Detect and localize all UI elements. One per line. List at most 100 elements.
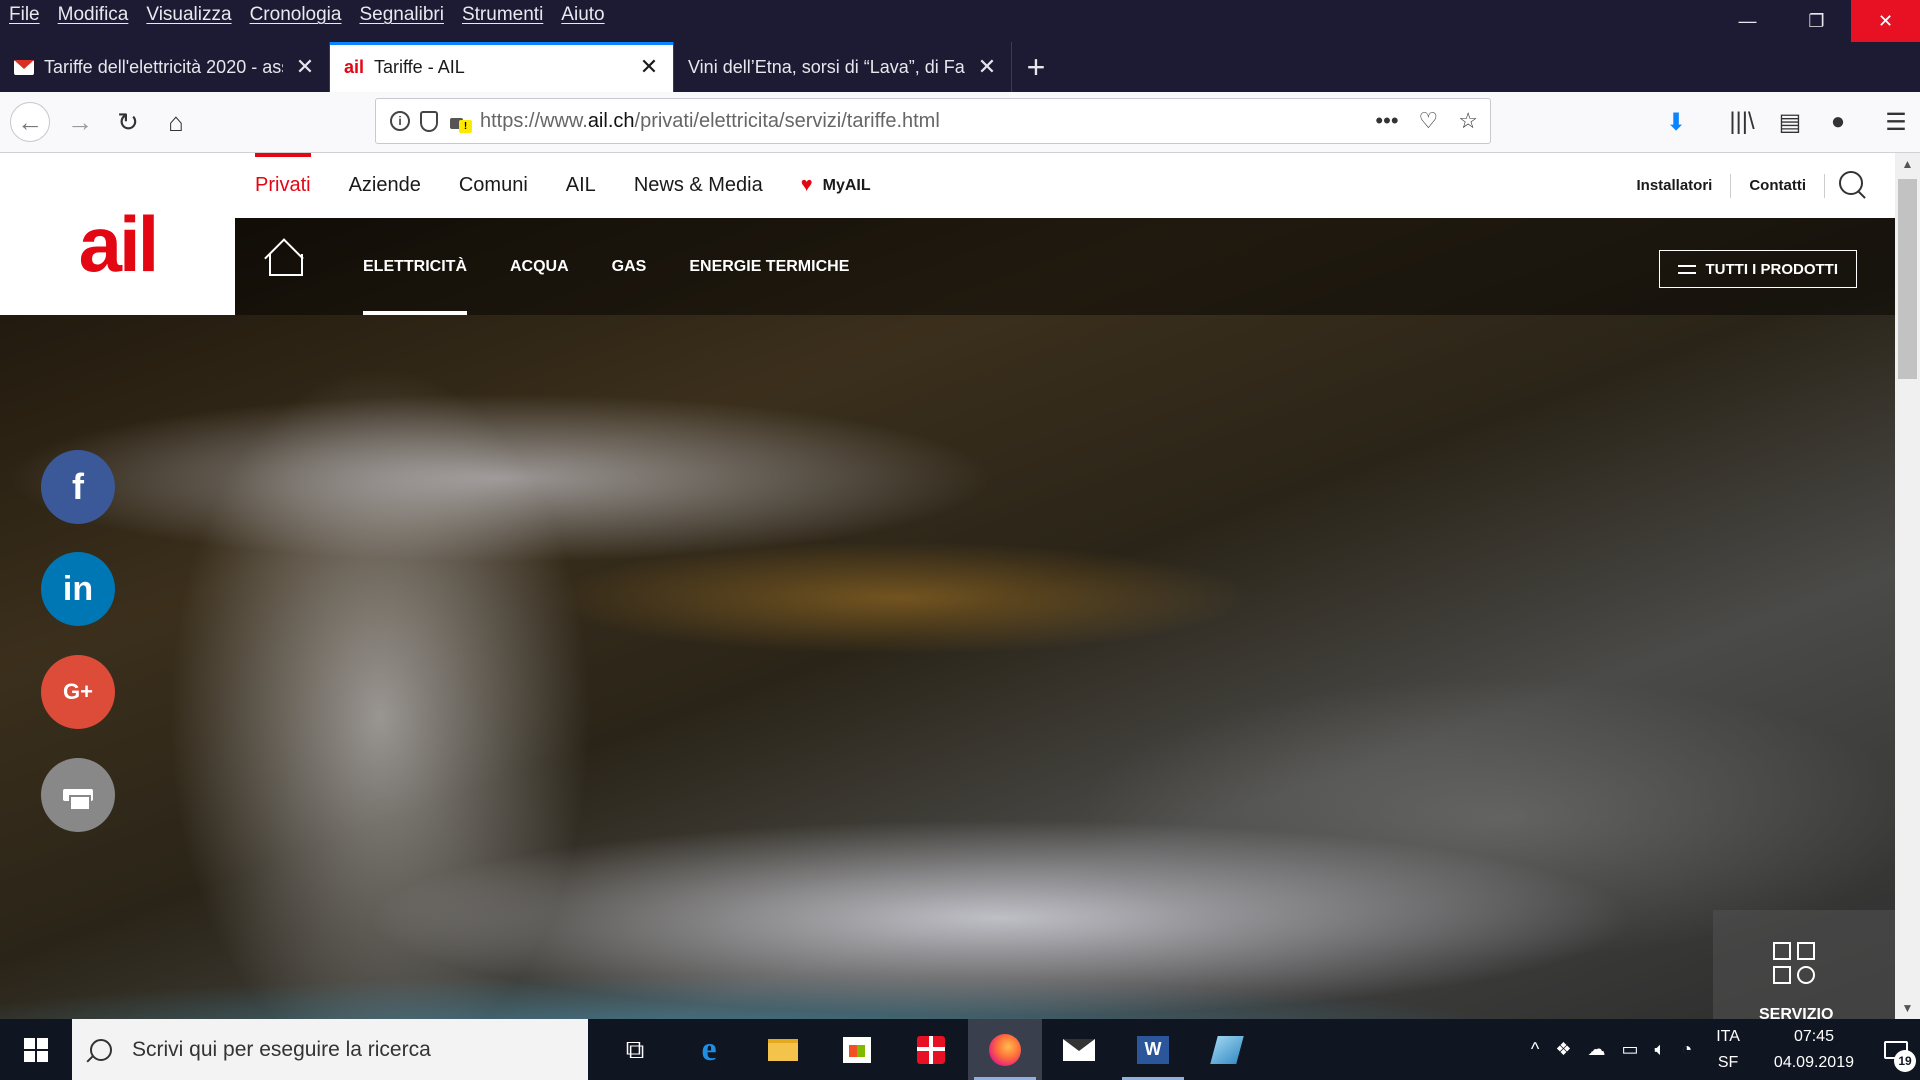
tab-close-icon[interactable]: ✕ [295, 54, 315, 80]
library-icon[interactable]: |||\ [1718, 108, 1766, 136]
notification-badge: 19 [1894, 1050, 1916, 1072]
taskbar-apps: ⧉ e W [598, 1019, 1264, 1080]
tab-close-icon[interactable]: ✕ [977, 54, 997, 80]
scroll-up-icon[interactable]: ▲ [1895, 153, 1920, 175]
url-bar[interactable]: i https://www.ail.ch/privati/elettricita… [375, 98, 1491, 144]
menu-segnalibri[interactable]: Segnalibri [350, 4, 453, 26]
menu-aiuto[interactable]: Aiuto [552, 4, 613, 26]
navigation-bar: ← → ↻ ⌂ i https://www.ail.ch/privati/ele… [0, 92, 1920, 153]
scroll-thumb[interactable] [1898, 179, 1917, 379]
menu-file[interactable]: File [0, 4, 49, 26]
nav-news-media[interactable]: News & Media [634, 153, 763, 218]
servizio-widget[interactable]: SERVIZIO [1713, 910, 1895, 1019]
nav-privati[interactable]: Privati [255, 153, 311, 218]
download-icon[interactable]: ⬇ [1652, 108, 1700, 137]
explorer-app[interactable] [746, 1019, 820, 1080]
menu-modifica[interactable]: Modifica [49, 4, 138, 26]
home-button[interactable]: ⌂ [156, 102, 196, 142]
nav-ail[interactable]: AIL [566, 153, 596, 218]
firefox-app[interactable] [968, 1019, 1042, 1080]
tab-vini-etna[interactable]: Vini dell’Etna, sorsi di “Lava”, di Fab … [674, 42, 1012, 92]
restore-button[interactable]: ❐ [1782, 0, 1851, 42]
tab-tariffe-ail[interactable]: ail Tariffe - AIL ✕ [330, 42, 674, 92]
nav-aziende[interactable]: Aziende [349, 153, 421, 218]
close-window-button[interactable]: ✕ [1851, 0, 1920, 42]
store-app[interactable] [820, 1019, 894, 1080]
nav-installatori[interactable]: Installatori [1618, 177, 1730, 194]
vertical-scrollbar[interactable]: ▲ ▼ [1895, 153, 1920, 1019]
input-language[interactable]: ITA SF [1700, 1024, 1756, 1076]
nav-myail[interactable]: ♥ MyAIL [801, 153, 871, 218]
url-text[interactable]: https://www.ail.ch/privati/elettricita/s… [480, 110, 940, 133]
facebook-icon: f [72, 466, 84, 507]
minimize-button[interactable]: — [1713, 0, 1782, 42]
tab-gmail[interactable]: Tariffe dell'elettricità 2020 - ass ✕ [0, 42, 330, 92]
pen-app-icon [1210, 1035, 1244, 1064]
back-button[interactable]: ← [10, 102, 50, 142]
volume-icon[interactable]: 🔈︎ [1647, 1039, 1674, 1060]
scroll-down-icon[interactable]: ▼ [1895, 997, 1920, 1019]
site-header: Privati Aziende Comuni AIL News & Media … [0, 153, 1895, 218]
menu-strumenti[interactable]: Strumenti [453, 4, 552, 26]
linkedin-share-button[interactable]: in [41, 552, 115, 626]
sidebar-icon[interactable]: ▤ [1766, 108, 1814, 137]
forward-button[interactable]: → [60, 102, 100, 142]
new-tab-button[interactable]: + [1012, 42, 1060, 92]
filter-sliders-icon [1677, 262, 1696, 276]
menu-bar: File Modifica Visualizza Cronologia Segn… [0, 0, 1920, 30]
subnav-gas[interactable]: GAS [612, 218, 647, 315]
googleplus-share-button[interactable]: G+ [41, 655, 115, 729]
search-placeholder: Scrivi qui per eseguire la ricerca [132, 1037, 431, 1061]
clock[interactable]: 07:45 04.09.2019 [1756, 1024, 1872, 1076]
page-viewport: Privati Aziende Comuni AIL News & Media … [0, 153, 1895, 1019]
gift-app[interactable] [894, 1019, 968, 1080]
system-tray: ^ ❖ ☁ ▭ 🔈︎ ◔ ITA SF 07:45 04.09.2019 19 [1523, 1019, 1920, 1080]
tab-bar: Tariffe dell'elettricità 2020 - ass ✕ ai… [0, 42, 1920, 92]
insecure-lock-icon[interactable] [448, 111, 472, 133]
task-view-button[interactable]: ⧉ [598, 1019, 672, 1080]
print-button[interactable] [41, 758, 115, 832]
ail-logo[interactable]: ail [0, 153, 235, 315]
edge-app[interactable]: e [672, 1019, 746, 1080]
subnav-elettricita[interactable]: ELETTRICITÀ [363, 218, 467, 315]
word-app[interactable]: W [1116, 1019, 1190, 1080]
tab-title: Tariffe - AIL [374, 56, 465, 77]
home-leaf-icon[interactable] [265, 240, 305, 276]
linkedin-icon: in [62, 569, 94, 608]
tab-close-icon[interactable]: ✕ [639, 54, 659, 80]
search-icon[interactable] [1839, 171, 1867, 199]
facebook-share-button[interactable]: f [41, 450, 115, 524]
reload-button[interactable]: ↻ [108, 102, 148, 142]
mail-app[interactable] [1042, 1019, 1116, 1080]
gmail-icon [14, 57, 34, 77]
bookmark-star-icon[interactable]: ☆ [1458, 108, 1478, 134]
store-icon [843, 1036, 871, 1063]
menu-cronologia[interactable]: Cronologia [241, 4, 351, 26]
heart-icon: ♥ [800, 174, 813, 196]
googleplus-icon: G+ [63, 679, 93, 704]
tab-title: Vini dell’Etna, sorsi di “Lava”, di Fab [688, 56, 965, 77]
services-grid-icon [1773, 942, 1819, 988]
account-icon[interactable]: ● [1814, 108, 1862, 136]
nav-contatti[interactable]: Contatti [1731, 177, 1824, 194]
taskbar-search[interactable]: Scrivi qui per eseguire la ricerca [72, 1019, 588, 1080]
page-actions-icon[interactable]: ••• [1375, 108, 1398, 134]
pen-app[interactable] [1190, 1019, 1264, 1080]
nav-comuni[interactable]: Comuni [459, 153, 528, 218]
menu-visualizza[interactable]: Visualizza [137, 4, 240, 26]
onedrive-icon[interactable]: ☁ [1580, 1039, 1614, 1060]
dropbox-icon[interactable]: ❖ [1547, 1039, 1579, 1060]
all-products-button[interactable]: TUTTI I PRODOTTI [1658, 250, 1857, 288]
wifi-icon[interactable]: ◔ [1673, 1039, 1700, 1060]
tray-overflow-icon[interactable]: ^ [1523, 1039, 1547, 1060]
action-center-button[interactable]: 19 [1872, 1019, 1920, 1080]
subnav-acqua[interactable]: ACQUA [510, 218, 569, 315]
main-nav: Privati Aziende Comuni AIL News & Media … [255, 153, 871, 218]
start-button[interactable] [0, 1019, 72, 1080]
hamburger-menu-icon[interactable]: ☰ [1872, 108, 1920, 137]
info-icon[interactable]: i [390, 111, 410, 131]
subnav-energie-termiche[interactable]: ENERGIE TERMICHE [689, 218, 849, 315]
tracking-shield-icon[interactable] [420, 110, 438, 132]
battery-icon[interactable]: ▭ [1614, 1039, 1647, 1060]
pocket-icon[interactable]: ♡ [1419, 108, 1439, 134]
